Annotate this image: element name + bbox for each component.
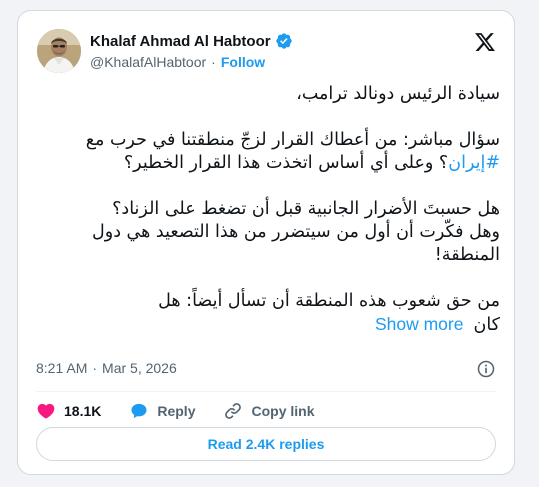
handle-row: @KhalafAlHabtoor · Follow bbox=[90, 52, 265, 72]
tweet-line: هل حسبتَ الأضرار الجانبية قبل أن تضغط عل… bbox=[112, 199, 500, 219]
tweet-date: Mar 5, 2026 bbox=[102, 360, 177, 376]
heart-icon bbox=[37, 403, 55, 419]
follow-button[interactable]: Follow bbox=[221, 54, 265, 70]
copy-link-button[interactable]: Copy link bbox=[223, 401, 315, 421]
tweet-timestamp[interactable]: 8:21 AM · Mar 5, 2026 bbox=[36, 360, 177, 376]
info-icon[interactable] bbox=[476, 359, 496, 379]
action-bar: 18.1K Reply Copy link bbox=[36, 399, 343, 423]
tweet-card: Khalaf Ahmad Al Habtoor @KhalafAlHabtoor… bbox=[17, 10, 515, 475]
tweet-text-segment: سؤال مباشر: من أعطاك القرار لزجّ منطقتنا… bbox=[85, 130, 500, 150]
read-replies-label: Read 2.4K replies bbox=[207, 436, 325, 452]
reply-bubble-icon bbox=[131, 403, 147, 419]
show-more-link[interactable]: Show more bbox=[375, 314, 464, 334]
read-replies-button[interactable]: Read 2.4K replies bbox=[36, 427, 496, 461]
tweet-line: من حق شعوب هذه المنطقة أن تسأل أيضاً: هل bbox=[158, 291, 500, 311]
like-count: 18.1K bbox=[64, 403, 102, 419]
tweet-line: كان Show more bbox=[36, 313, 500, 337]
tweet-time: 8:21 AM bbox=[36, 360, 88, 376]
tweet-line: وهل فكّرت أن أول من سيتضرر من هذا التصعي… bbox=[92, 222, 500, 265]
avatar[interactable] bbox=[37, 29, 81, 73]
verified-badge-icon bbox=[275, 33, 292, 49]
tweet-text-segment: كان bbox=[473, 315, 500, 335]
x-logo-icon[interactable] bbox=[474, 31, 496, 53]
reply-label: Reply bbox=[157, 403, 196, 419]
link-icon bbox=[225, 403, 242, 419]
author-handle[interactable]: @KhalafAlHabtoor bbox=[90, 54, 206, 70]
author-name[interactable]: Khalaf Ahmad Al Habtoor bbox=[90, 33, 271, 50]
tweet-line: سيادة الرئيس دونالد ترامب، bbox=[296, 84, 500, 104]
separator-dot: · bbox=[211, 54, 216, 70]
copy-link-label: Copy link bbox=[251, 403, 315, 419]
hashtag-link[interactable]: #إيران bbox=[448, 153, 500, 173]
divider bbox=[36, 391, 496, 392]
tweet-paragraph: سؤال مباشر: من أعطاك القرار لزجّ منطقتنا… bbox=[36, 129, 500, 175]
author-row: Khalaf Ahmad Al Habtoor bbox=[90, 31, 293, 51]
like-button[interactable]: 18.1K bbox=[36, 401, 101, 421]
reply-button[interactable]: Reply bbox=[129, 401, 195, 421]
tweet-text: سيادة الرئيس دونالد ترامب، سؤال مباشر: م… bbox=[36, 83, 500, 337]
tweet-text-segment: ؟ وعلى أي أساس اتخذت هذا القرار الخطير؟ bbox=[123, 153, 449, 173]
separator-dot: · bbox=[92, 360, 98, 376]
